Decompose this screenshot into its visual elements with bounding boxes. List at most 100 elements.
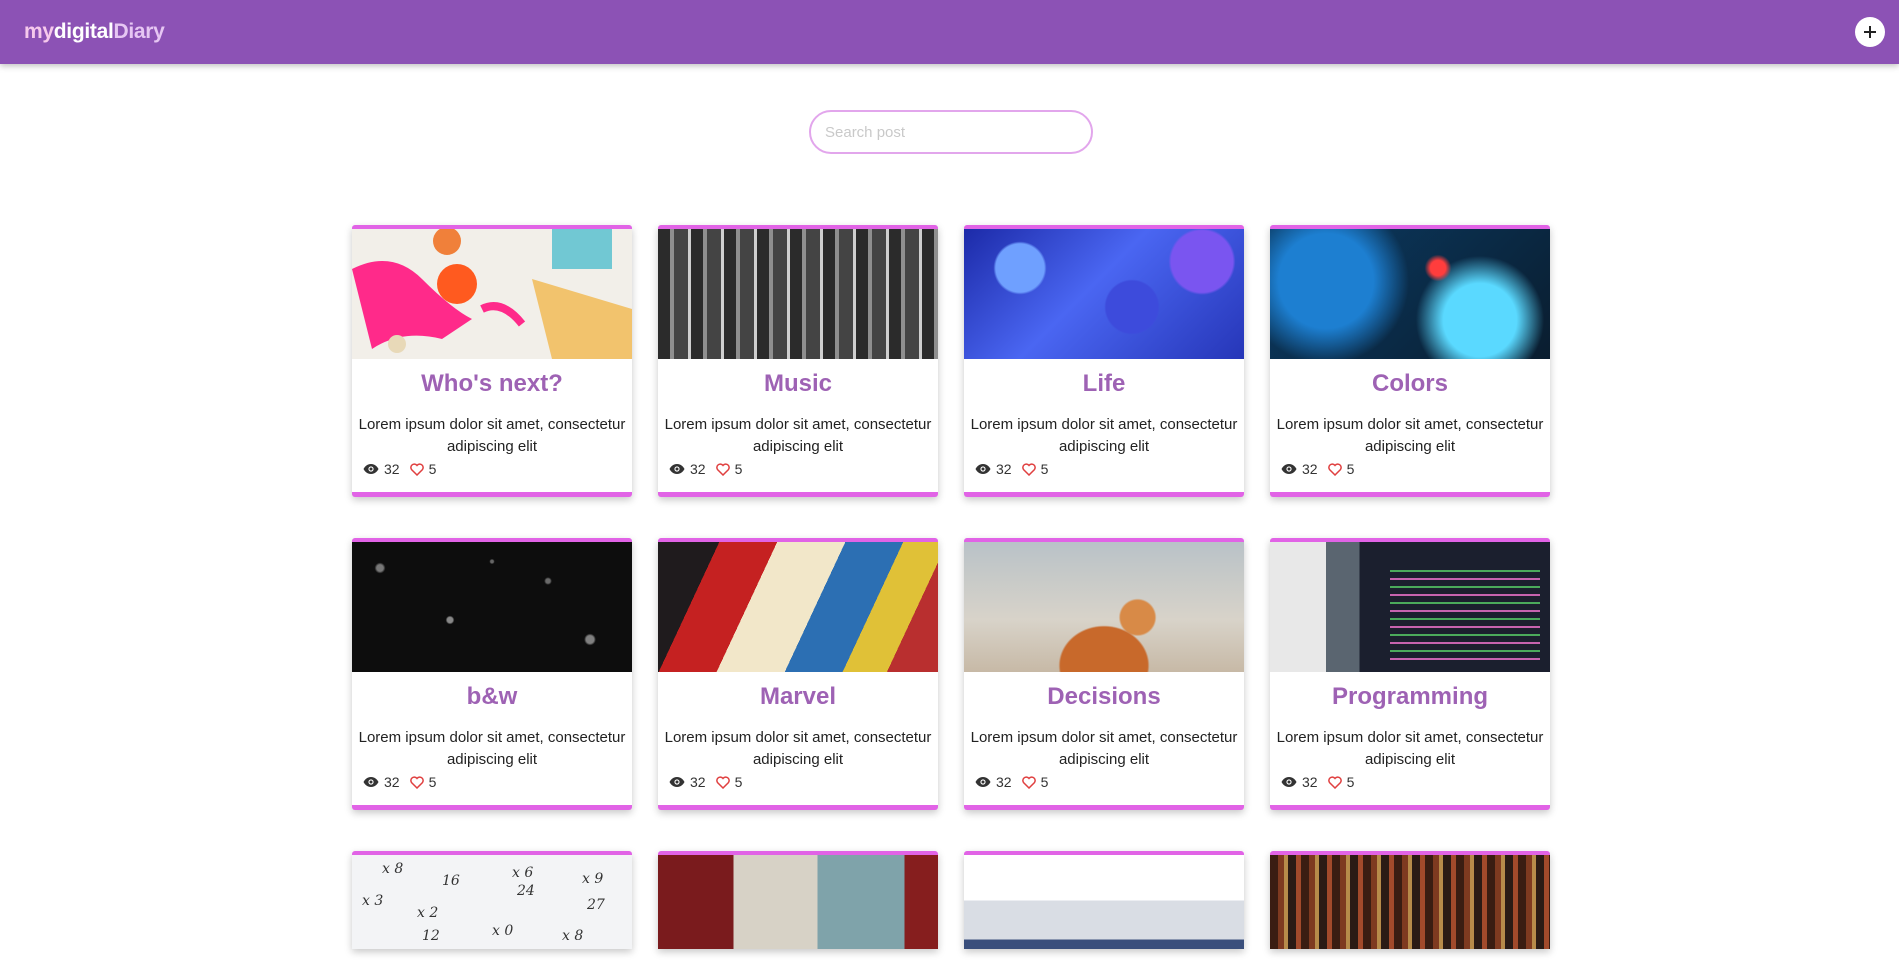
heart-icon	[715, 462, 730, 476]
post-stats: 32 5	[964, 461, 1244, 477]
post-description: Lorem ipsum dolor sit amet, consectetur …	[664, 416, 932, 455]
heart-icon	[1021, 462, 1036, 476]
post-card[interactable]: b&w Lorem ipsum dolor sit amet, consecte…	[352, 538, 632, 810]
likes-stat[interactable]: 5	[409, 461, 437, 477]
post-image-color-smoke	[1270, 229, 1550, 359]
post-description: Lorem ipsum dolor sit amet, consectetur …	[358, 729, 626, 768]
likes-stat[interactable]: 5	[1021, 774, 1049, 790]
likes-count: 5	[1040, 774, 1049, 790]
post-title: Who's next?	[421, 370, 563, 397]
post-description: Lorem ipsum dolor sit amet, consectetur …	[1276, 416, 1544, 455]
add-post-button[interactable]	[1855, 17, 1885, 47]
svg-text:x 8: x 8	[382, 861, 403, 877]
heart-icon	[409, 462, 424, 476]
post-stats: 32 5	[1270, 461, 1550, 477]
post-image-code-laptop	[1270, 542, 1550, 672]
svg-text:x 8: x 8	[562, 928, 583, 944]
svg-text:x 2: x 2	[417, 905, 438, 921]
views-count: 32	[996, 461, 1012, 477]
post-title: Music	[763, 370, 832, 397]
views-stat: 32	[1281, 461, 1318, 477]
likes-stat[interactable]: 5	[715, 774, 743, 790]
post-description: Lorem ipsum dolor sit amet, consectetur …	[970, 416, 1238, 455]
post-card[interactable]: Life Lorem ipsum dolor sit amet, consect…	[964, 225, 1244, 497]
post-title: Decisions	[1047, 683, 1161, 710]
heart-icon	[715, 775, 730, 789]
eye-icon	[1281, 777, 1297, 787]
post-stats: 32 5	[352, 774, 632, 790]
top-bar: mydigitalDiary	[0, 0, 1899, 64]
views-stat: 32	[1281, 774, 1318, 790]
search-input[interactable]	[809, 110, 1093, 154]
likes-stat[interactable]: 5	[1327, 461, 1355, 477]
svg-text:72: 72	[567, 948, 585, 949]
post-card[interactable]	[964, 851, 1244, 949]
post-image-water-drops	[352, 542, 632, 672]
views-stat: 32	[975, 774, 1012, 790]
views-count: 32	[384, 461, 400, 477]
post-description: Lorem ipsum dolor sit amet, consectetur …	[970, 729, 1238, 768]
heart-icon	[1327, 462, 1342, 476]
post-card[interactable]: Programming Lorem ipsum dolor sit amet, …	[1270, 538, 1550, 810]
posts-grid: Who's next? Lorem ipsum dolor sit amet, …	[352, 225, 1550, 949]
post-title: b&w	[466, 683, 518, 710]
post-description: Lorem ipsum dolor sit amet, consectetur …	[358, 416, 626, 455]
heart-icon	[1021, 775, 1036, 789]
svg-text:27: 27	[586, 897, 605, 913]
svg-text:12: 12	[422, 928, 440, 944]
post-description: Lorem ipsum dolor sit amet, consectetur …	[664, 729, 932, 768]
likes-count: 5	[734, 461, 743, 477]
plus-icon-vertical	[1869, 26, 1871, 38]
likes-stat[interactable]: 5	[1327, 774, 1355, 790]
eye-icon	[975, 777, 991, 787]
post-image-chairs	[658, 229, 938, 359]
likes-count: 5	[428, 461, 437, 477]
search-container	[809, 110, 1093, 154]
likes-stat[interactable]: 5	[409, 774, 437, 790]
post-image-shiba-dog	[964, 542, 1244, 672]
views-count: 32	[384, 774, 400, 790]
post-stats: 32 5	[1270, 774, 1550, 790]
post-image-lockers	[658, 855, 938, 949]
likes-count: 5	[1040, 461, 1049, 477]
likes-stat[interactable]: 5	[1021, 461, 1049, 477]
post-card[interactable]: Who's next? Lorem ipsum dolor sit amet, …	[352, 225, 632, 497]
math-art: x 8 16 x 6 24 x 9 27 x 3 x 2 12 x 0 x 8 72	[362, 861, 605, 949]
post-image-math-worksheet: x 8 16 x 6 24 x 9 27 x 3 x 2 12 x 0 x 8 72	[352, 855, 632, 949]
post-card[interactable]: Marvel Lorem ipsum dolor sit amet, conse…	[658, 538, 938, 810]
post-image-paint-splatter	[352, 229, 632, 359]
views-count: 32	[690, 461, 706, 477]
views-count: 32	[1302, 461, 1318, 477]
post-card[interactable]: Decisions Lorem ipsum dolor sit amet, co…	[964, 538, 1244, 810]
likes-stat[interactable]: 5	[715, 461, 743, 477]
post-card[interactable]: Music Lorem ipsum dolor sit amet, consec…	[658, 225, 938, 497]
eye-icon	[669, 464, 685, 474]
svg-text:x 9: x 9	[582, 871, 603, 887]
post-stats: 32 5	[352, 461, 632, 477]
brand-part-my: my	[24, 20, 54, 43]
post-description: Lorem ipsum dolor sit amet, consectetur …	[1276, 729, 1544, 768]
views-stat: 32	[363, 461, 400, 477]
post-card[interactable]	[1270, 851, 1550, 949]
app-logo[interactable]: mydigitalDiary	[24, 20, 165, 44]
post-card[interactable]: Colors Lorem ipsum dolor sit amet, conse…	[1270, 225, 1550, 497]
post-card[interactable]: x 8 16 x 6 24 x 9 27 x 3 x 2 12 x 0 x 8 72	[352, 851, 632, 949]
post-stats: 32 5	[964, 774, 1244, 790]
likes-count: 5	[734, 774, 743, 790]
post-image-blue-flowers	[964, 229, 1244, 359]
svg-text:x 0: x 0	[492, 923, 513, 939]
post-stats: 32 5	[658, 774, 938, 790]
post-image-bookshelf	[1270, 855, 1550, 949]
svg-text:x 6: x 6	[512, 865, 533, 881]
svg-text:16: 16	[442, 873, 460, 889]
views-count: 32	[690, 774, 706, 790]
likes-count: 5	[1346, 461, 1355, 477]
post-card[interactable]	[658, 851, 938, 949]
likes-count: 5	[1346, 774, 1355, 790]
views-count: 32	[1302, 774, 1318, 790]
likes-count: 5	[428, 774, 437, 790]
code-lines	[1390, 570, 1540, 660]
post-title: Programming	[1331, 683, 1489, 710]
post-image-comics	[658, 542, 938, 672]
eye-icon	[1281, 464, 1297, 474]
